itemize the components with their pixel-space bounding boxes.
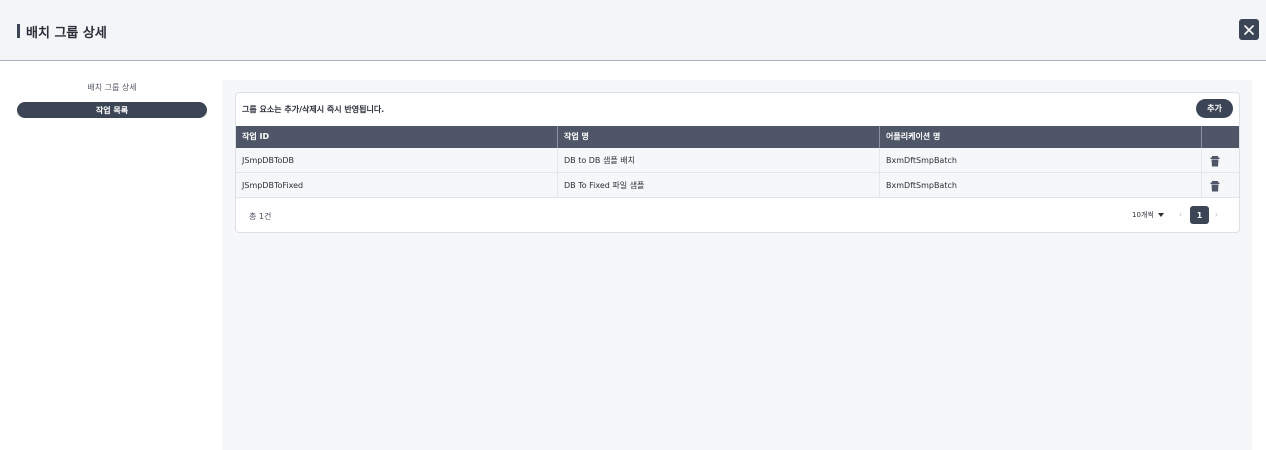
column-header-app-name: 어플리케이션 명 — [880, 126, 1202, 148]
page-number-button[interactable]: 1 — [1190, 206, 1209, 224]
prev-page-button[interactable]: ‹ — [1179, 210, 1182, 219]
trash-icon[interactable] — [1209, 180, 1221, 192]
column-header-job-name: 작업 명 — [558, 126, 880, 148]
page-size-value: 10개씩 — [1132, 211, 1154, 219]
cell-job-name: DB to DB 샘플 배치 — [558, 148, 880, 173]
caret-down-icon — [1157, 213, 1164, 217]
table-row[interactable]: JSmpDBToDB DB to DB 샘플 배치 BxmDftSmpBatch — [236, 148, 1239, 173]
group-notice: 그룹 요소는 추가/삭제시 즉시 반영됩니다. — [242, 105, 385, 114]
modal-header: 배치 그룹 상세 — [0, 0, 1266, 61]
trash-icon[interactable] — [1209, 155, 1221, 167]
job-list-card: 그룹 요소는 추가/삭제시 즉시 반영됩니다. 추가 작업 ID 작업 명 어플… — [235, 92, 1240, 233]
table-header: 작업 ID 작업 명 어플리케이션 명 — [236, 126, 1239, 148]
add-button[interactable]: 추가 — [1196, 99, 1233, 118]
total-count: 총 1건 — [249, 212, 272, 221]
cell-app-name: BxmDftSmpBatch — [880, 173, 1202, 198]
next-page-button[interactable]: › — [1215, 210, 1218, 219]
column-header-action — [1202, 126, 1239, 148]
close-icon — [1244, 24, 1254, 35]
sidebar-item-job-list[interactable]: 작업 목록 — [17, 102, 207, 118]
main-panel: 그룹 요소는 추가/삭제시 즉시 반영됩니다. 추가 작업 ID 작업 명 어플… — [222, 80, 1252, 450]
cell-job-id: JSmpDBToFixed — [236, 173, 558, 198]
cell-app-name: BxmDftSmpBatch — [880, 148, 1202, 173]
cell-job-id: JSmpDBToDB — [236, 148, 558, 173]
page-size-select[interactable]: 10개씩 — [1132, 210, 1164, 220]
page-title: 배치 그룹 상세 — [26, 26, 107, 41]
table-row[interactable]: JSmpDBToFixed DB To Fixed 파일 샘플 BxmDftSm… — [236, 173, 1239, 198]
cell-job-name: DB To Fixed 파일 샘플 — [558, 173, 880, 198]
close-button[interactable] — [1239, 19, 1259, 40]
sidebar-caption[interactable]: 배치 그룹 상세 — [17, 82, 207, 93]
column-header-job-id: 작업 ID — [236, 126, 558, 148]
title-accent-bar — [17, 24, 20, 38]
